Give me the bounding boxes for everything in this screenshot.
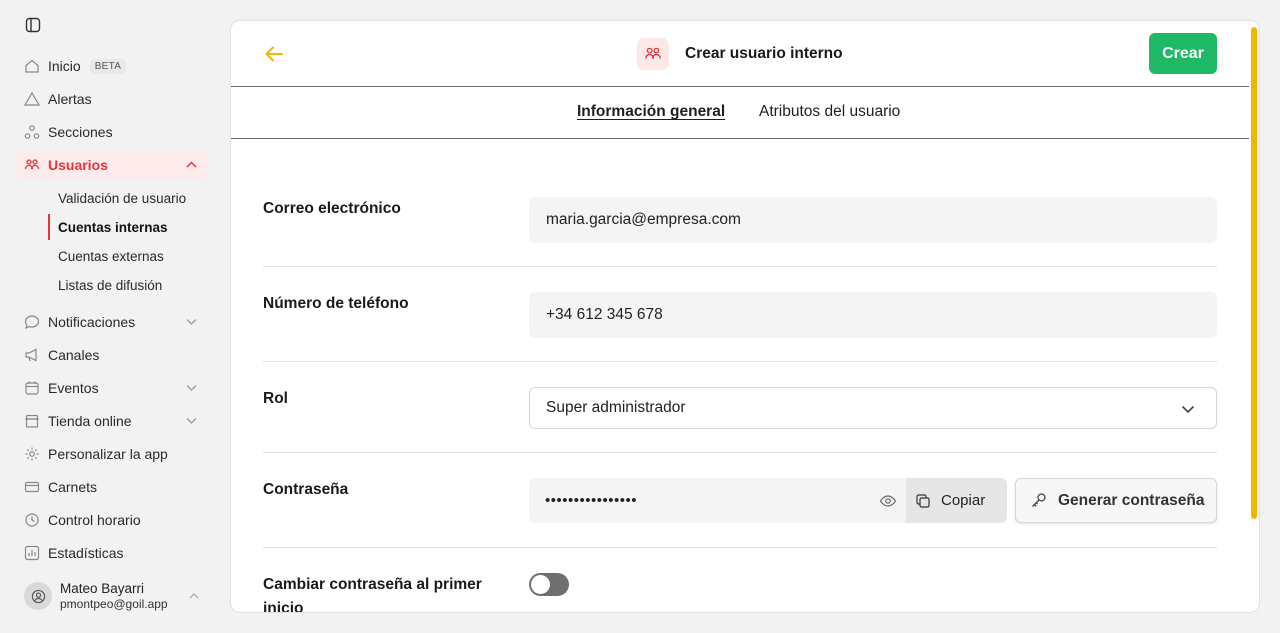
sidebar: Inicio BETA Alertas Secciones Usuarios V… [0,0,228,633]
sidebar-item-eventos[interactable]: Eventos [16,374,208,402]
sidebar-item-carnets[interactable]: Carnets [16,473,208,501]
email-label: Correo electrónico [263,200,401,217]
role-label: Rol [263,390,288,407]
phone-label: Número de teléfono [263,295,409,312]
sidebar-item-inicio[interactable]: Inicio BETA [16,52,208,80]
user-name: Mateo Bayarri [60,580,145,596]
sidebar-item-label: Eventos [48,380,99,396]
sidebar-item-label: Control horario [48,512,141,528]
chevron-up-icon [188,589,200,601]
alert-icon [24,91,40,107]
change-password-toggle[interactable] [529,573,569,596]
tab-atributos-usuario[interactable]: Atributos del usuario [759,103,900,121]
user-email: pmontpeo@goil.app [60,596,168,611]
store-icon [24,413,40,429]
sidebar-item-canales[interactable]: Canales [16,341,208,369]
sidebar-subitem-cuentas-internas[interactable]: Cuentas internas [48,214,208,240]
sidebar-item-label: Alertas [48,91,92,107]
divider [263,547,1217,548]
calendar-icon [24,380,40,396]
clock-icon [24,512,40,528]
tab-bar: Información general Atributos del usuari… [231,87,1249,139]
sidebar-subitem-cuentas-externas[interactable]: Cuentas externas [48,243,208,269]
sidebar-item-personalizar[interactable]: Personalizar la app [16,440,208,468]
page-title: Crear usuario interno [685,45,843,62]
chevron-down-icon [1180,401,1196,417]
back-arrow-icon[interactable] [263,43,285,65]
key-icon [1030,492,1047,509]
sidebar-item-label: Notificaciones [48,314,136,330]
sidebar-item-label: Secciones [48,124,113,140]
sidebar-item-secciones[interactable]: Secciones [16,118,208,146]
divider [263,452,1217,453]
copy-button[interactable]: Copiar [906,478,1007,523]
scrollbar[interactable] [1251,27,1257,519]
sidebar-item-label: Inicio [48,58,81,74]
chevron-down-icon [185,315,198,328]
sidebar-item-control-horario[interactable]: Control horario [16,506,208,534]
card-icon [24,479,40,495]
password-label: Contraseña [263,481,349,498]
sidebar-item-usuarios[interactable]: Usuarios [16,151,208,179]
password-value: •••••••••••••••• [545,492,638,509]
eye-icon[interactable] [879,492,897,510]
role-select[interactable]: Super administrador [529,387,1217,429]
chevron-down-icon [185,414,198,427]
chevron-up-icon [185,158,198,171]
sidebar-item-notificaciones[interactable]: Notificaciones [16,308,208,336]
gear-icon [24,446,40,462]
tab-informacion-general[interactable]: Información general [577,103,725,121]
panel-header: Crear usuario interno Crear [231,21,1249,87]
copy-button-label: Copiar [941,492,986,509]
divider [263,266,1217,267]
sidebar-item-alertas[interactable]: Alertas [16,85,208,113]
sidebar-subitem-validacion[interactable]: Validación de usuario [48,185,208,211]
users-icon [24,157,40,173]
toggle-knob [531,575,550,594]
megaphone-icon [24,347,40,363]
sidebar-item-label: Personalizar la app [48,446,168,462]
chat-icon [24,314,40,330]
sidebar-subitem-listas-difusion[interactable]: Listas de difusión [48,272,208,298]
chevron-down-icon [185,381,198,394]
password-field[interactable]: •••••••••••••••• Copiar [529,478,1007,523]
divider [263,361,1217,362]
sidebar-item-label: Tienda online [48,413,132,429]
phone-field[interactable] [529,292,1217,338]
chart-icon [24,545,40,561]
sidebar-item-label: Usuarios [48,157,108,173]
create-button[interactable]: Crear [1149,33,1217,74]
users-icon [637,38,669,70]
user-profile[interactable]: Mateo Bayarri pmontpeo@goil.app [24,579,208,613]
sidebar-toggle-icon[interactable] [25,17,41,33]
change-password-label: Cambiar contraseña al primer inicio [263,576,482,613]
sections-icon [24,124,40,140]
sidebar-item-label: Canales [48,347,100,363]
main-panel: Crear usuario interno Crear Información … [230,20,1260,613]
home-icon [24,58,40,74]
generate-password-button[interactable]: Generar contraseña [1015,478,1217,523]
role-select-value: Super administrador [546,399,686,416]
sidebar-item-label: Estadísticas [48,545,124,561]
email-field[interactable] [529,197,1217,243]
copy-icon [915,493,931,509]
generate-password-label: Generar contraseña [1058,491,1205,509]
sidebar-item-label: Carnets [48,479,98,495]
sidebar-item-estadisticas[interactable]: Estadísticas [16,539,208,567]
sidebar-item-tienda-online[interactable]: Tienda online [16,407,208,435]
avatar [24,582,52,610]
beta-badge: BETA [89,58,127,74]
